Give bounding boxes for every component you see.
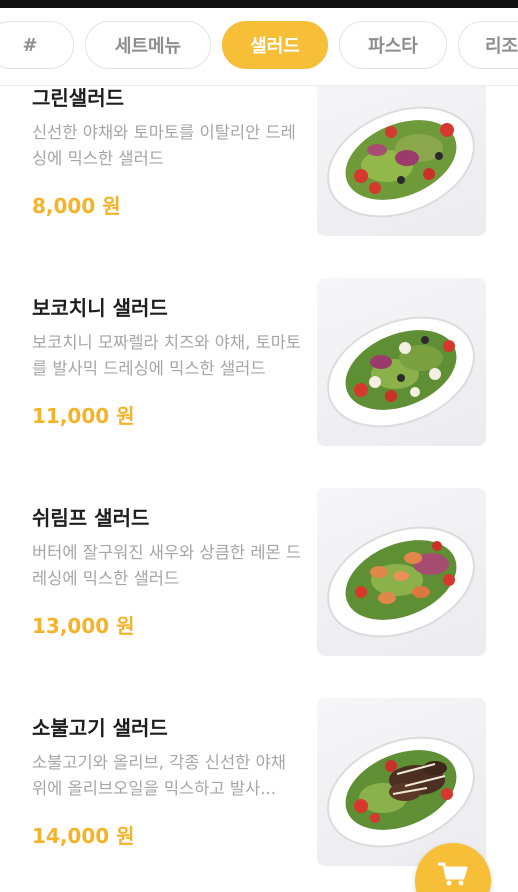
salad-plate-illustration: [327, 736, 475, 848]
menu-item-price: 11,000 원: [32, 404, 135, 428]
menu-item-price: 14,000 원: [32, 824, 135, 848]
tab-pasta[interactable]: 파스타: [339, 21, 447, 69]
shrimp-salad-image[interactable]: [317, 488, 486, 656]
menu-item-name: 소불고기 샐러드: [32, 716, 168, 740]
menu-item-price: 8,000 원: [32, 194, 121, 218]
category-tab-bar: # 세트메뉴 샐러드 파스타 리조또: [0, 8, 518, 86]
menu-item-green-salad[interactable]: 그린샐러드 신선한 야채와 토마토를 이탈리안 드레싱에 믹스한 샐러드 8,0…: [0, 68, 518, 282]
menu-item-description: 버터에 잘구워진 새우와 상큼한 레몬 드레싱에 믹스한 샐러드: [32, 543, 302, 588]
menu-item-bocconcini-salad[interactable]: 보코치니 샐러드 보코치니 모짜렐라 치즈와 야채, 토마토를 발사믹 드레싱에…: [0, 278, 518, 492]
salad-plate-illustration: [327, 316, 475, 428]
menu-item-name: 쉬림프 샐러드: [32, 506, 150, 530]
bulgogi-salad-image[interactable]: [317, 698, 486, 866]
menu-item-shrimp-salad[interactable]: 쉬림프 샐러드 버터에 잘구워진 새우와 상큼한 레몬 드레싱에 믹스한 샐러드…: [0, 488, 518, 702]
tab-set-menu[interactable]: 세트메뉴: [85, 21, 211, 69]
salad-plate-illustration: [327, 106, 475, 218]
tab-risotto[interactable]: 리조또: [458, 21, 518, 69]
tab-hash[interactable]: #: [0, 21, 74, 69]
cart-icon: [438, 862, 468, 886]
tab-salad[interactable]: 샐러드: [222, 21, 328, 69]
menu-item-description: 보코치니 모짜렐라 치즈와 야채, 토마토를 발사믹 드레싱에 믹스한 샐러드: [32, 333, 302, 378]
menu-item-name: 그린샐러드: [32, 86, 124, 110]
menu-item-name: 보코치니 샐러드: [32, 296, 168, 320]
menu-item-description: 소불고기와 올리브, 각종 신선한 야채 위에 올리브오일을 믹스하고 발사..…: [32, 753, 286, 798]
menu-list[interactable]: 그린샐러드 신선한 야채와 토마토를 이탈리안 드레싱에 믹스한 샐러드 8,0…: [0, 0, 518, 892]
green-salad-image[interactable]: [317, 68, 486, 236]
salad-plate-illustration: [327, 526, 475, 638]
menu-item-price: 13,000 원: [32, 614, 135, 638]
menu-item-description: 신선한 야채와 토마토를 이탈리안 드레싱에 믹스한 샐러드: [32, 123, 296, 168]
bocconcini-salad-image[interactable]: [317, 278, 486, 446]
